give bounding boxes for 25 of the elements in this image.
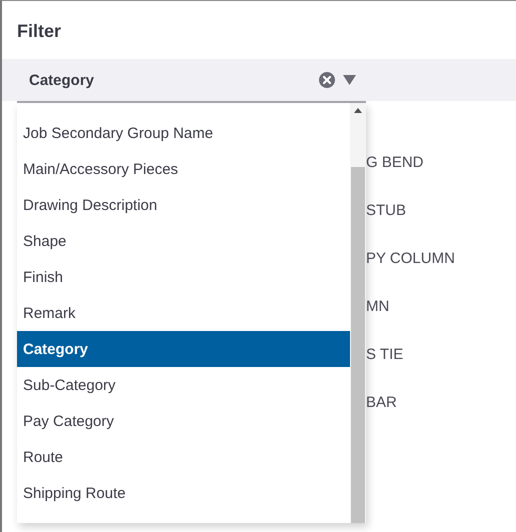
dropdown-option[interactable]: Remark	[17, 295, 350, 331]
dropdown-option[interactable]: Category	[17, 331, 350, 367]
dropdown-option[interactable]: Shape	[17, 223, 350, 259]
dropdown-option[interactable]: Job Secondary Group Name	[17, 115, 350, 151]
scrollbar[interactable]	[350, 103, 366, 523]
dropdown-option[interactable]: Pay Category	[17, 403, 350, 439]
dialog-title: Filter	[16, 20, 62, 43]
scroll-up-icon[interactable]	[354, 108, 362, 113]
table-cell: PY COLUMN	[366, 249, 455, 269]
table-cell-text: STUB	[366, 201, 408, 221]
select-value: Category	[29, 72, 96, 88]
category-select[interactable]: Category	[17, 59, 366, 101]
table-cell-text: MN	[366, 297, 390, 317]
clear-icon[interactable]	[319, 72, 335, 88]
caret-icon[interactable]	[343, 75, 356, 85]
scrollbar-thumb[interactable]	[351, 167, 365, 523]
dropdown-option[interactable]: Sub-Category	[17, 367, 350, 403]
dropdown-option[interactable]: Shipping Route	[17, 475, 350, 511]
dropdown-option[interactable]: Finish	[17, 259, 350, 295]
dropdown-option[interactable]: Route	[17, 439, 350, 475]
dropdown-option[interactable]: Drawing Description	[17, 187, 350, 223]
table-cell-text: BAR	[366, 393, 398, 413]
dropdown-option[interactable]: Main/Accessory Pieces	[17, 151, 350, 187]
table-cell-text: G BEND	[366, 153, 425, 173]
table-cell-text: S TIE	[366, 345, 404, 365]
